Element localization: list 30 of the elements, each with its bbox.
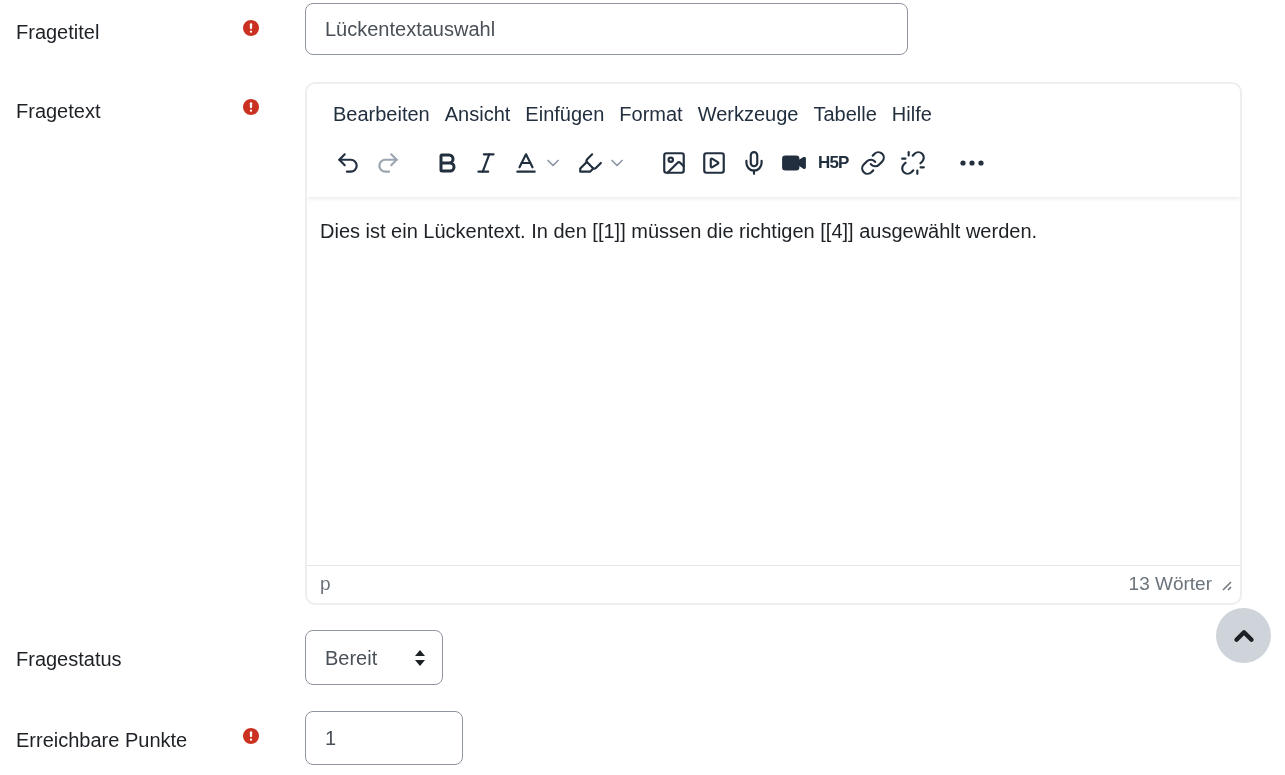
more-icon [959,160,984,166]
play-icon [701,150,727,176]
menu-item[interactable]: Werkzeuge [692,99,804,129]
broken-link-icon [899,150,926,176]
editor-text[interactable]: Dies ist ein Lückentext. In den [[1]] müssen die richtigen [[4]] ausgewählt werden. [307,197,1240,565]
field-label: Fragetext [16,100,101,122]
word-count: 13 Wörter [1128,572,1212,597]
field-label: Fragetitel [16,21,100,43]
title-input[interactable]: Lückentextauswahl [305,3,908,55]
scroll-to-top-button[interactable] [1216,608,1271,663]
menu-item[interactable]: Hilfe [886,99,937,129]
resize-handle-icon[interactable] [1220,578,1232,591]
h5p-button[interactable]: H5P [814,143,853,183]
image-icon [661,150,687,176]
menu-item[interactable]: Tabelle [808,99,882,129]
points-input[interactable]: 1 [305,711,463,765]
menu-item[interactable]: Einfügen [520,99,610,129]
field-label: Fragestatus [16,648,122,670]
menu-item[interactable]: Format [614,99,688,129]
status-select[interactable]: Bereit [305,630,443,685]
element-path[interactable]: p [320,570,331,599]
highlighter-icon [577,150,603,176]
link-icon [859,150,886,176]
menu-item[interactable]: Bearbeiten [328,99,435,129]
menu-item[interactable]: Ansicht [439,99,516,129]
text-color-icon [513,150,539,176]
redo-icon [375,150,401,176]
field-label: Erreichbare Punkte [16,729,188,751]
undo-icon [335,150,361,176]
sort-icon [414,648,426,667]
